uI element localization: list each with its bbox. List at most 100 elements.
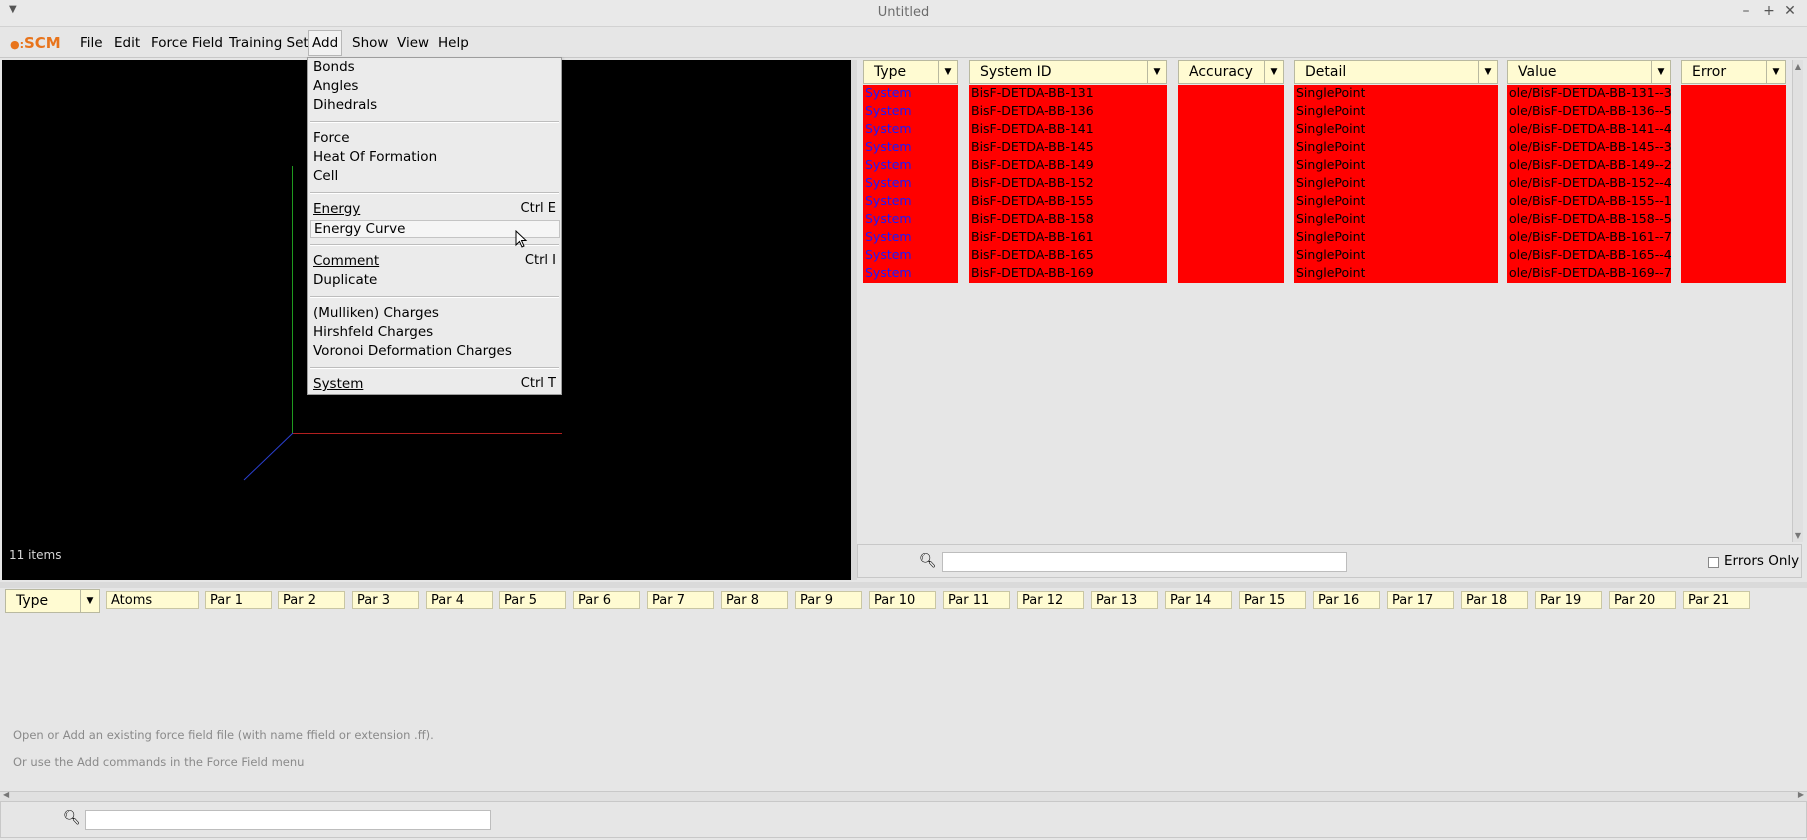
ff-column-header[interactable]: Par 8: [721, 591, 788, 609]
scm-logo[interactable]: ●:SCM: [10, 34, 61, 52]
dropdown-arrow-icon[interactable]: ▼: [1478, 61, 1497, 83]
ff-column-header[interactable]: Par 16: [1313, 591, 1380, 609]
table-vertical-scrollbar[interactable]: ▲ ▼: [1792, 60, 1803, 542]
ff-column-header[interactable]: Par 19: [1535, 591, 1602, 609]
scroll-left-icon[interactable]: ◀: [3, 790, 9, 799]
cell-value[interactable]: ole/BisF-DETDA-BB-152--46: [1509, 175, 1671, 190]
cell-type[interactable]: System: [865, 139, 912, 154]
ff-column-header[interactable]: Par 17: [1387, 591, 1454, 609]
column-header-accuracy[interactable]: Accuracy ▼: [1178, 60, 1284, 84]
menu-item-angles[interactable]: Angles: [313, 78, 558, 96]
ff-column-header[interactable]: Par 2: [278, 591, 345, 609]
ff-column-header[interactable]: Par 4: [426, 591, 493, 609]
cell-value[interactable]: ole/BisF-DETDA-BB-161--71: [1509, 229, 1671, 244]
cell-value[interactable]: ole/BisF-DETDA-BB-141--41: [1509, 121, 1671, 136]
ff-column-header[interactable]: Par 15: [1239, 591, 1306, 609]
menu-view[interactable]: View: [397, 35, 429, 51]
cell-value[interactable]: ole/BisF-DETDA-BB-169--72: [1509, 265, 1671, 280]
cell-detail[interactable]: SinglePoint: [1296, 211, 1365, 226]
ff-column-header[interactable]: Par 5: [499, 591, 566, 609]
menu-show[interactable]: Show: [352, 35, 388, 51]
cell-detail[interactable]: SinglePoint: [1296, 157, 1365, 172]
ff-column-header[interactable]: Par 3: [352, 591, 419, 609]
cell-system-id[interactable]: BisF-DETDA-BB-165: [971, 247, 1094, 262]
ff-column-type[interactable]: Type ▼: [5, 589, 100, 613]
menu-item-heat-of-formation[interactable]: Heat Of Formation: [313, 149, 558, 167]
column-header-system-id[interactable]: System ID ▼: [969, 60, 1167, 84]
cell-detail[interactable]: SinglePoint: [1296, 175, 1365, 190]
ff-column-header[interactable]: Par 20: [1609, 591, 1676, 609]
cell-detail[interactable]: SinglePoint: [1296, 193, 1365, 208]
column-header-error[interactable]: Error ▼: [1681, 60, 1786, 84]
cell-value[interactable]: ole/BisF-DETDA-BB-149--26: [1509, 157, 1671, 172]
ff-column-header[interactable]: Par 11: [943, 591, 1010, 609]
dropdown-arrow-icon[interactable]: ▼: [1766, 61, 1785, 83]
ff-column-header[interactable]: Par 12: [1017, 591, 1084, 609]
cell-type[interactable]: System: [865, 121, 912, 136]
cell-system-id[interactable]: BisF-DETDA-BB-158: [971, 211, 1094, 226]
errors-only-checkbox[interactable]: [1708, 557, 1719, 568]
ff-column-header[interactable]: Par 13: [1091, 591, 1158, 609]
ff-column-header[interactable]: Atoms: [106, 591, 199, 609]
cell-system-id[interactable]: BisF-DETDA-BB-141: [971, 121, 1094, 136]
ff-column-header[interactable]: Par 9: [795, 591, 862, 609]
cell-system-id[interactable]: BisF-DETDA-BB-131: [971, 85, 1094, 100]
ff-column-header[interactable]: Par 18: [1461, 591, 1528, 609]
menu-item-cell[interactable]: Cell: [313, 168, 558, 186]
cell-type[interactable]: System: [865, 265, 912, 280]
column-header-type[interactable]: Type ▼: [863, 60, 958, 84]
cell-type[interactable]: System: [865, 157, 912, 172]
menu-item-mulliken-charges[interactable]: (Mulliken) Charges: [313, 305, 558, 323]
column-error-cells[interactable]: [1681, 85, 1786, 283]
cell-type[interactable]: System: [865, 247, 912, 262]
scroll-up-icon[interactable]: ▲: [1793, 62, 1803, 71]
maximize-icon[interactable]: +: [1760, 3, 1778, 19]
cell-system-id[interactable]: BisF-DETDA-BB-136: [971, 103, 1094, 118]
dropdown-arrow-icon[interactable]: ▼: [1651, 61, 1670, 83]
ff-column-header[interactable]: Par 14: [1165, 591, 1232, 609]
menu-item-dihedrals[interactable]: Dihedrals: [313, 97, 558, 115]
menu-item-energy[interactable]: Energy Ctrl E: [313, 201, 558, 219]
cell-type[interactable]: System: [865, 175, 912, 190]
cell-value[interactable]: ole/BisF-DETDA-BB-136--54: [1509, 103, 1671, 118]
cell-value[interactable]: ole/BisF-DETDA-BB-165--45: [1509, 247, 1671, 262]
dropdown-arrow-icon[interactable]: ▼: [80, 590, 99, 612]
menu-item-comment[interactable]: Comment Ctrl I: [313, 253, 558, 271]
cell-type[interactable]: System: [865, 85, 912, 100]
menu-force-field[interactable]: Force Field: [151, 35, 223, 51]
dropdown-arrow-icon[interactable]: ▼: [1264, 61, 1283, 83]
menu-edit[interactable]: Edit: [114, 35, 140, 51]
cell-value[interactable]: ole/BisF-DETDA-BB-131--32: [1509, 85, 1671, 100]
ff-column-header[interactable]: Par 7: [647, 591, 714, 609]
ff-column-header[interactable]: Par 1: [205, 591, 272, 609]
scroll-right-icon[interactable]: ▶: [1798, 790, 1804, 799]
cell-type[interactable]: System: [865, 211, 912, 226]
column-value-cells[interactable]: ole/BisF-DETDA-BB-131--32 ole/BisF-DETDA…: [1507, 85, 1671, 283]
cell-system-id[interactable]: BisF-DETDA-BB-161: [971, 229, 1094, 244]
cell-system-id[interactable]: BisF-DETDA-BB-169: [971, 265, 1094, 280]
ff-column-header[interactable]: Par 21: [1683, 591, 1750, 609]
menu-file[interactable]: File: [80, 35, 103, 51]
minimize-icon[interactable]: –: [1737, 3, 1755, 19]
dropdown-arrow-icon[interactable]: ▼: [1147, 61, 1166, 83]
cell-detail[interactable]: SinglePoint: [1296, 247, 1365, 262]
cell-value[interactable]: ole/BisF-DETDA-BB-155--11: [1509, 193, 1671, 208]
menu-item-force[interactable]: Force: [313, 130, 558, 148]
menu-item-voronoi-charges[interactable]: Voronoi Deformation Charges: [313, 343, 558, 361]
cell-detail[interactable]: SinglePoint: [1296, 139, 1365, 154]
cell-detail[interactable]: SinglePoint: [1296, 121, 1365, 136]
column-header-value[interactable]: Value ▼: [1507, 60, 1671, 84]
cell-type[interactable]: System: [865, 103, 912, 118]
cell-system-id[interactable]: BisF-DETDA-BB-149: [971, 157, 1094, 172]
forcefield-search-input[interactable]: [85, 810, 491, 830]
menu-item-hirshfeld-charges[interactable]: Hirshfeld Charges: [313, 324, 558, 342]
ff-column-header[interactable]: Par 10: [869, 591, 936, 609]
menu-add[interactable]: Add: [308, 30, 343, 56]
dropdown-arrow-icon[interactable]: ▼: [938, 61, 957, 83]
close-icon[interactable]: ✕: [1781, 3, 1799, 19]
cell-detail[interactable]: SinglePoint: [1296, 103, 1365, 118]
scroll-down-icon[interactable]: ▼: [1793, 531, 1803, 540]
cell-system-id[interactable]: BisF-DETDA-BB-155: [971, 193, 1094, 208]
menu-item-bonds[interactable]: Bonds: [313, 59, 558, 77]
errors-only-label[interactable]: Errors Only: [1724, 553, 1799, 569]
